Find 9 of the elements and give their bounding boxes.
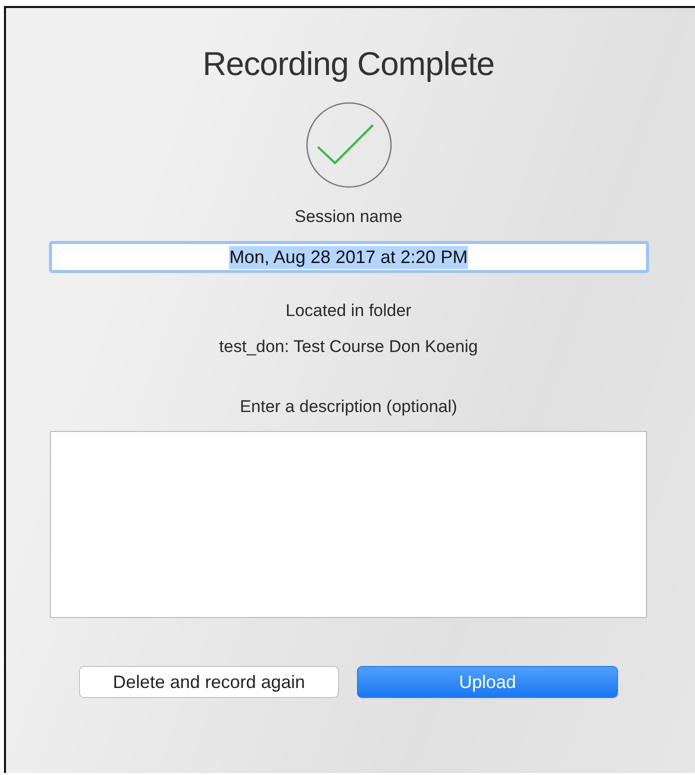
folder-name: test_don: Test Course Don Koenig xyxy=(219,337,478,357)
session-name-field[interactable]: Mon, Aug 28 2017 at 2:20 PM xyxy=(48,241,648,273)
description-field[interactable] xyxy=(50,431,647,618)
description-label: Enter a description (optional) xyxy=(240,397,458,417)
dialog-title: Recording Complete xyxy=(202,45,494,83)
dialog-button[interactable]: Delete and record again xyxy=(79,666,339,698)
checkmark-icon xyxy=(304,101,392,189)
folder-label: Located in folder xyxy=(286,301,412,321)
session-name-label: Session name xyxy=(294,207,402,227)
